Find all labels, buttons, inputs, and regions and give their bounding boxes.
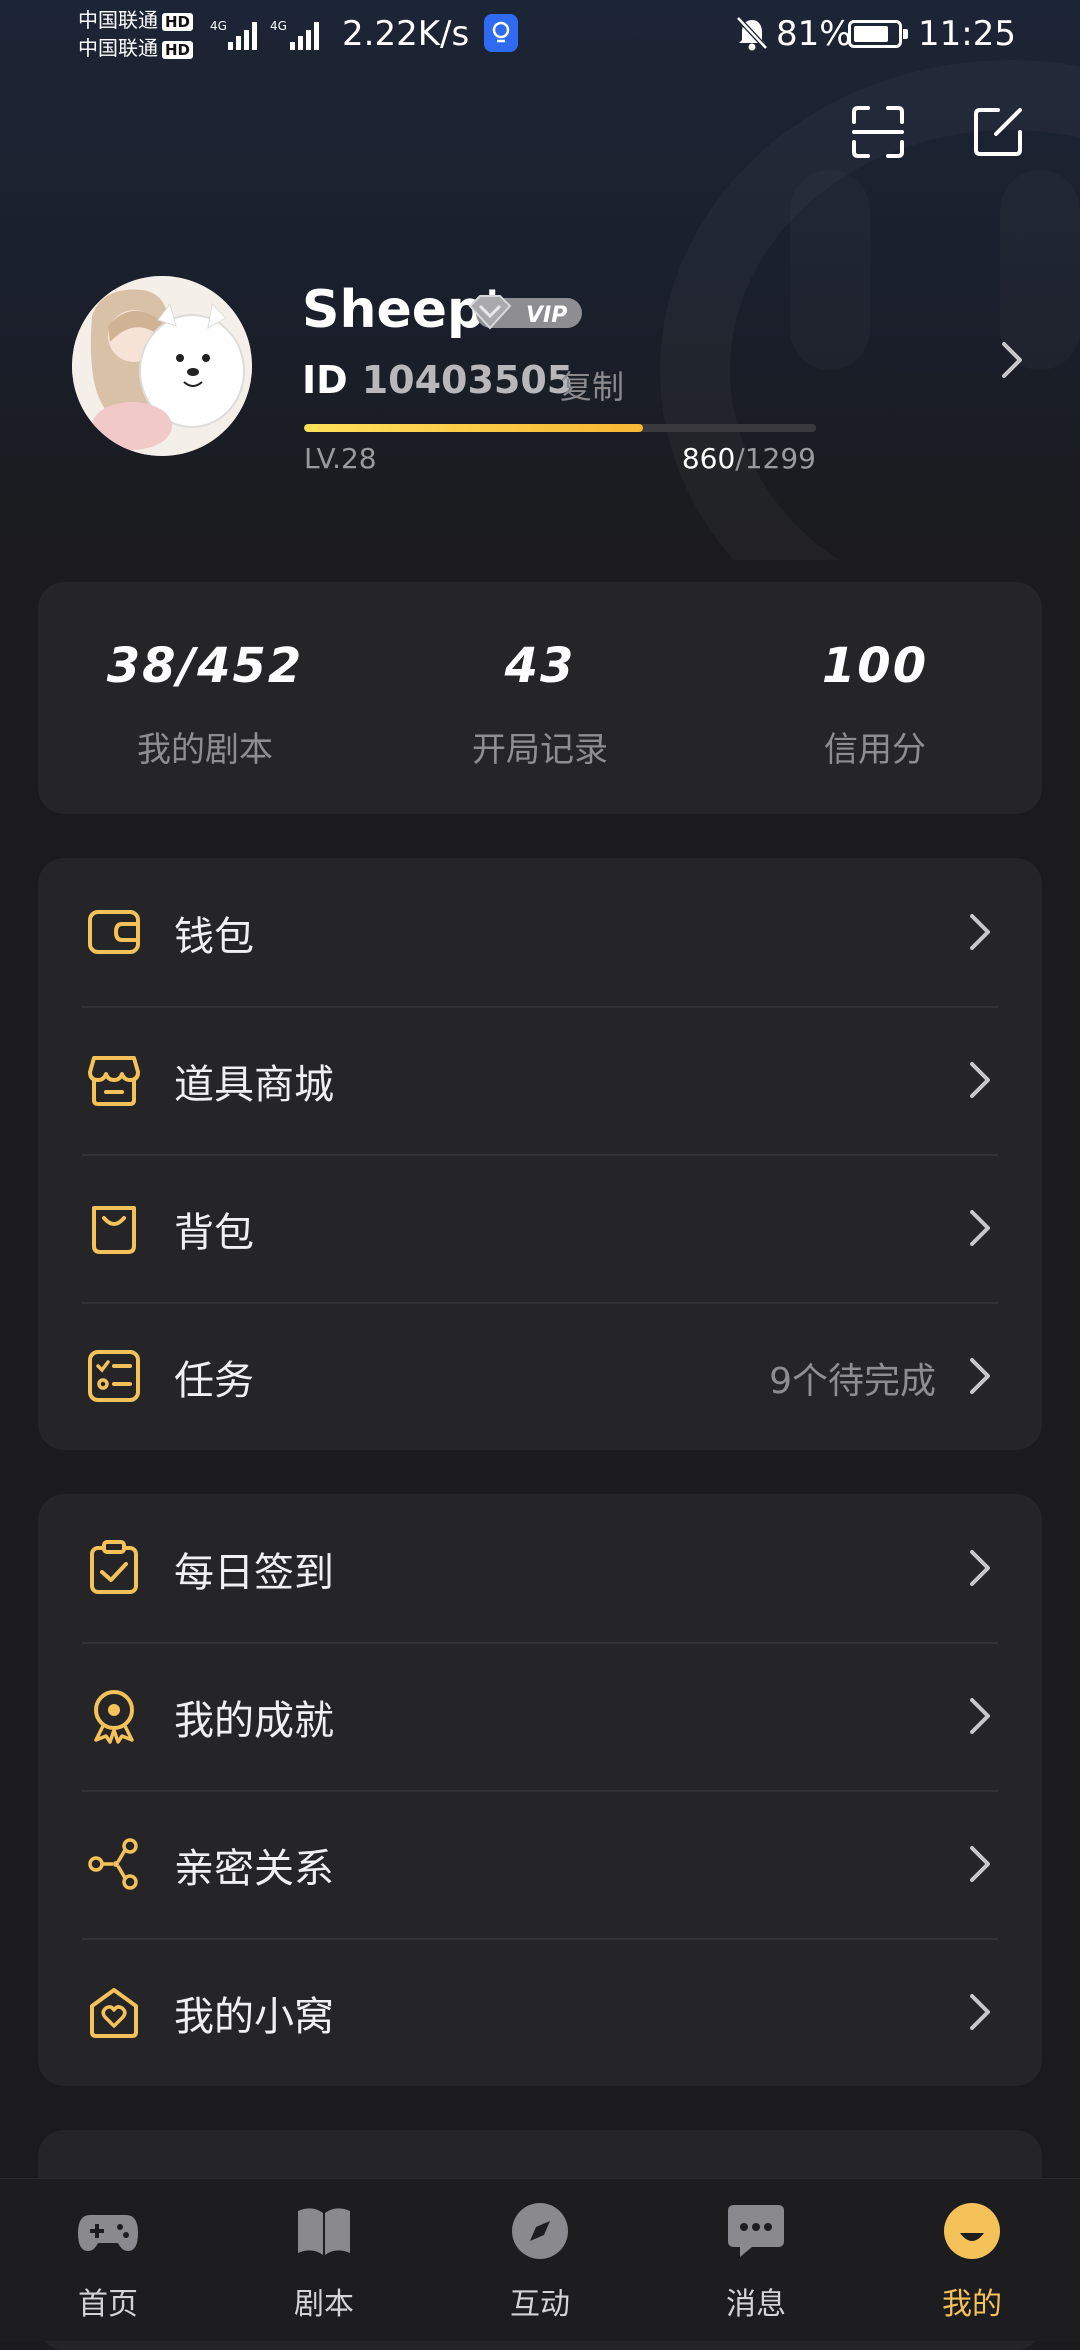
menu-item-label: 背包 [174,1210,254,1256]
menu-item-label: 钱包 [174,914,254,960]
chevron-right-icon [970,1994,990,2030]
tab-scripts[interactable]: 剧本 [216,2199,432,2323]
menu-item-label: 每日签到 [174,1550,334,1596]
status-bar: 中国联通 HD 中国联通 HD 4G 4G 2.22K/s 81% 11:25 [0,0,1080,70]
network-speed: 2.22K/s [342,14,470,54]
wallet-icon [88,910,140,954]
stats-card: 38/452 我的剧本 43 开局记录 100 信用分 [38,582,1042,814]
xp-total: /1299 [735,442,816,475]
tab-interact[interactable]: 互动 [432,2199,648,2323]
carrier-2-label: 中国联通 [78,36,158,60]
avatar-illustration [72,276,252,456]
menu-item-label: 任务 [174,1358,254,1404]
hd-badge: HD [162,12,194,31]
id-label: ID [302,358,348,402]
bottom-tab-bar: 首页 剧本 互动 消息 我的 [0,2178,1080,2341]
chevron-right-icon [970,1210,990,1246]
battery-icon [848,20,908,48]
menu-item-achievements[interactable]: 我的成就 [38,1642,1042,1790]
chevron-right-icon [970,1062,990,1098]
copy-id-button[interactable]: 复制 [560,362,624,408]
xp-current: 860 [681,442,736,475]
carrier-info: 中国联通 HD 中国联通 HD [78,6,194,62]
stat-label: 我的剧本 [137,730,273,770]
pending-tasks-count: 9个待完成 [769,1361,936,1402]
menu-group-2: 每日签到 我的成就 亲密关系 我的小窝 [38,1494,1042,2086]
xp-progress-bar [304,424,816,432]
chevron-right-icon [970,1698,990,1734]
book-icon [298,2208,350,2255]
stat-label: 信用分 [824,730,926,770]
checkin-icon [90,1540,138,1594]
stat-credit-score[interactable]: 100 信用分 [708,638,1042,771]
menu-item-daily-checkin[interactable]: 每日签到 [38,1494,1042,1642]
menu-item-tasks[interactable]: 任务 9个待完成 [38,1302,1042,1450]
signal-icon: 4G [270,19,319,50]
user-id: ID 10403505 [302,358,573,402]
level-label: LV.28 [304,442,377,475]
tab-label: 剧本 [294,2287,354,2322]
stat-value: 38/452 [106,638,304,694]
id-value: 10403505 [361,358,574,402]
avatar[interactable] [72,276,252,456]
tab-label: 互动 [510,2287,570,2322]
bag-icon [92,1206,136,1254]
menu-item-bag[interactable]: 背包 [38,1154,1042,1302]
chat-icon [728,2205,784,2257]
smiley-icon [944,2203,1000,2259]
menu-item-label: 道具商城 [174,1062,334,1108]
network-type-label: 4G [270,19,287,33]
home-heart-icon [90,1988,138,2038]
scan-icon[interactable] [850,104,906,160]
lightbulb-icon [484,14,518,52]
xp-text: 860/1299 [682,442,816,475]
clock: 11:25 [918,14,1016,54]
battery-fill [854,26,889,42]
stat-value: 100 [821,638,929,694]
medal-icon [94,1690,134,1744]
network-type-label: 4G [210,19,227,33]
share-nodes-icon [88,1838,138,1890]
decorative-shape [790,170,870,370]
tab-home[interactable]: 首页 [0,2199,216,2323]
edit-icon[interactable] [970,104,1026,160]
menu-item-label: 亲密关系 [174,1846,334,1892]
tab-mine[interactable]: 我的 [864,2199,1080,2323]
vip-badge[interactable]: VIP [466,292,586,332]
chevron-right-icon [970,914,990,950]
stat-value: 43 [504,638,576,694]
stat-game-records[interactable]: 43 开局记录 [373,638,707,771]
carrier-1-label: 中国联通 [78,8,158,32]
hd-badge: HD [162,40,194,59]
menu-item-label: 我的小窝 [174,1994,334,2040]
tab-label: 我的 [942,2287,1002,2322]
mute-bell-icon [736,16,768,51]
compass-icon [512,2203,568,2259]
menu-item-intimacy[interactable]: 亲密关系 [38,1790,1042,1938]
xp-progress-fill [304,424,643,432]
shop-icon [88,1056,140,1106]
tab-label: 消息 [726,2287,786,2322]
chevron-right-icon[interactable] [998,338,1026,382]
tab-messages[interactable]: 消息 [648,2199,864,2323]
stat-my-scripts[interactable]: 38/452 我的剧本 [38,638,372,771]
tab-label: 首页 [78,2287,138,2322]
menu-item-shop[interactable]: 道具商城 [38,1006,1042,1154]
stat-label: 开局记录 [472,730,608,770]
chevron-right-icon [970,1358,990,1394]
battery-percent: 81% [776,14,852,54]
task-list-icon [88,1350,140,1402]
gamepad-icon [78,2215,138,2251]
menu-item-label: 我的成就 [174,1698,334,1744]
chevron-right-icon [970,1550,990,1586]
menu-group-1: 钱包 道具商城 背包 任务 9个待完成 [38,858,1042,1450]
chevron-right-icon [970,1846,990,1882]
menu-item-wallet[interactable]: 钱包 [38,858,1042,1006]
signal-icon: 4G [210,19,257,50]
menu-item-my-nest[interactable]: 我的小窝 [38,1938,1042,2086]
vip-label: VIP [526,303,567,328]
